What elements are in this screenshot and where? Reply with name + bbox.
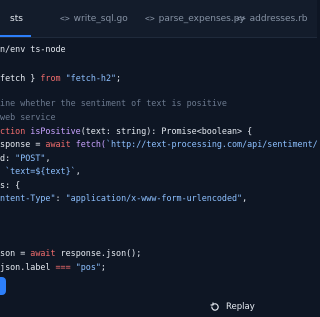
code-line: in/env ts-node [0,43,66,55]
code-token: await [30,248,61,258]
replay-label: Replay [226,302,255,312]
code-line: web service [0,111,56,123]
code-token: : [55,193,66,203]
code-line: mine whether the sentiment of text is po… [0,97,227,109]
code-token: json = [0,248,26,258]
code-line: fetch } from "fetch-h2"; [0,72,121,84]
code-token: === [55,262,76,272]
code-editor[interactable]: in/env ts-node fetch } from "fetch-h2"; m… [0,37,317,277]
code-token: "fetch-h2" [60,73,117,83]
code-token: ; [100,262,106,272]
replay-button[interactable]: Replay [210,299,255,315]
code-token: od: [0,153,11,163]
code-token: in/env ts-node [0,44,66,54]
code-token: mine whether the sentiment of text is po… [0,98,227,108]
code-token: json.label [0,262,56,272]
code-token: , [242,193,248,203]
tab-label: addresses.rb [249,13,308,24]
tab-label: write_sql.go [73,13,128,24]
code-token: , [45,153,51,163]
tab-1[interactable]: sts [0,0,31,37]
code-line: ontent-Type": "application/x-www-form-ur… [0,192,247,204]
code-token: , [75,166,81,176]
code-icon: <> [236,14,246,23]
code-token: nction [0,126,26,136]
code-token: fetch } [0,73,36,83]
bottom-bar [0,277,317,317]
code-line: od: "POST", [0,152,50,164]
replay-icon [210,302,219,311]
code-token: `http://text-processing.com/api/sentimen… [105,139,317,149]
code-line: json = await response.json(); [0,247,141,259]
code-token: "POST" [15,153,46,163]
code-token: `text=${text}` [5,166,76,176]
code-token: "application/x-www-form-urlencoded" [65,193,243,203]
code-token: esponse = [0,139,46,149]
code-token: fetch( [75,139,106,149]
code-token: web service [0,112,56,122]
code-line: json.label === "pos"; [0,261,106,273]
code-token: from [40,73,61,83]
code-line: : `text=${text}`, [0,165,81,177]
code-token: isPositive [30,126,81,136]
tab-3[interactable]: <> parse_expenses.py [145,0,245,37]
code-line: rs: { [0,179,20,191]
code-token: (text: string): Promise<boolean> { [80,126,253,136]
tab-label: sts [10,13,23,24]
code-token: "pos" [75,262,101,272]
code-token: rs: { [0,180,21,190]
code-line: esponse = await fetch(`http://text-proce… [0,138,317,150]
code-icon: <> [60,14,70,23]
tab-label: parse_expenses.py [158,13,245,24]
code-token: response.json(); [60,248,142,258]
tab-bar: sts <> write_sql.go <> parse_expenses.py <> ad… [0,0,317,38]
code-token: await [45,139,76,149]
editor-app: sts <> write_sql.go <> parse_expenses.py <> ad… [0,0,317,317]
floating-action-button[interactable] [0,277,6,295]
tab-2[interactable]: <> write_sql.go [60,0,128,37]
tab-4[interactable]: <> addresses.rb [236,0,308,37]
code-token: ontent-Type" [0,193,56,203]
code-line: nction isPositive(text: string): Promise… [0,125,252,137]
code-token: ; [116,73,122,83]
code-icon: <> [145,14,155,23]
